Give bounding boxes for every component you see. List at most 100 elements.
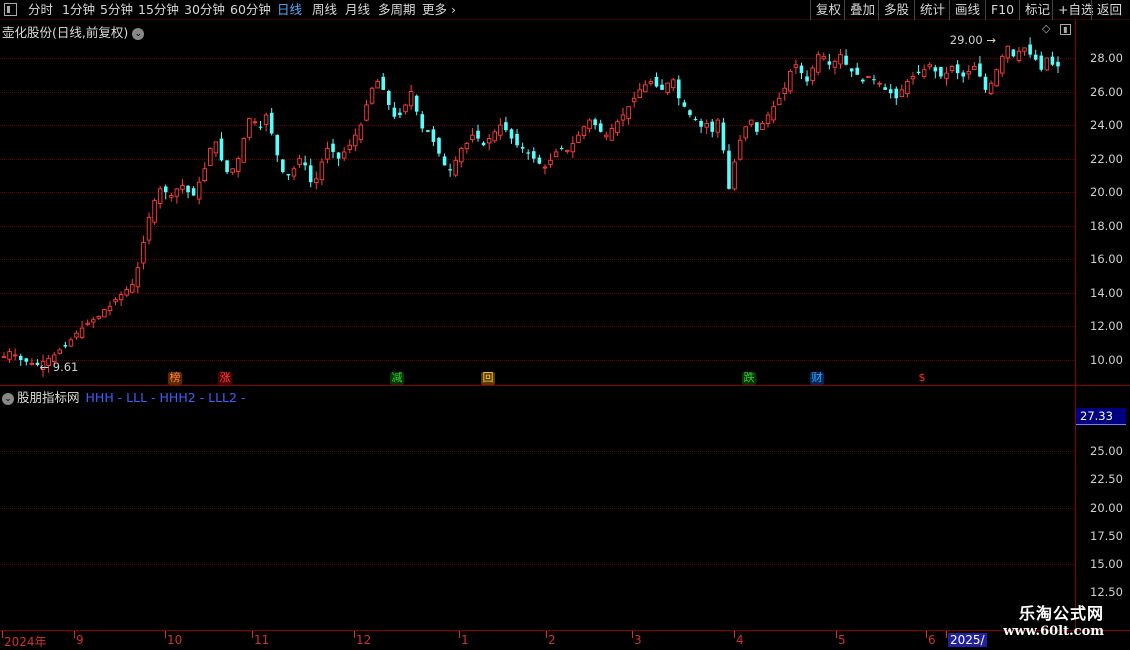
candle-body[interactable]	[782, 87, 787, 95]
candle-body[interactable]	[492, 131, 498, 142]
candle-body[interactable]	[1033, 54, 1038, 60]
candle-body[interactable]	[353, 134, 358, 147]
kline-panel[interactable]: 壶化股份(日线,前复权) ⌄ ◇ ▮ 28.00 26.00 24.00 22.00 20…	[0, 20, 1130, 385]
candle-body[interactable]	[815, 54, 821, 73]
candle-body[interactable]	[398, 112, 402, 116]
draw-line-button[interactable]: 画线	[949, 0, 985, 20]
candle-body[interactable]	[191, 188, 196, 196]
candle-body[interactable]	[999, 55, 1005, 74]
candle-body[interactable]	[331, 143, 335, 152]
candle-body[interactable]	[665, 82, 670, 93]
candle-body[interactable]	[74, 332, 79, 338]
candle-body[interactable]	[838, 54, 843, 65]
candle-body[interactable]	[196, 181, 202, 200]
candle-body[interactable]	[844, 55, 848, 65]
candle-body[interactable]	[24, 358, 29, 362]
event-marker[interactable]: 涨	[218, 372, 232, 385]
candle-body[interactable]	[213, 141, 219, 154]
candle-body[interactable]	[699, 120, 703, 127]
tab-15min[interactable]: 15分钟	[138, 1, 179, 19]
candle-body[interactable]	[637, 89, 642, 99]
candle-body[interactable]	[955, 64, 960, 74]
candle-body[interactable]	[152, 200, 157, 223]
candle-body[interactable]	[576, 134, 581, 143]
candle-body[interactable]	[269, 112, 274, 134]
tab-60min[interactable]: 60分钟	[230, 1, 271, 19]
event-marker[interactable]: 榜	[168, 372, 182, 385]
candle-body[interactable]	[732, 161, 737, 190]
candle-body[interactable]	[241, 138, 247, 163]
candle-body[interactable]	[805, 76, 809, 82]
tab-more[interactable]: 更多 ›	[422, 1, 456, 19]
candle-body[interactable]	[810, 67, 815, 82]
tab-multi-period[interactable]: 多周期	[378, 1, 416, 19]
candle-body[interactable]	[776, 97, 782, 106]
candle-body[interactable]	[978, 63, 982, 77]
candle-body[interactable]	[325, 148, 330, 160]
candle-body[interactable]	[888, 89, 893, 94]
event-marker[interactable]: 回	[481, 372, 495, 385]
candle-body[interactable]	[693, 118, 698, 121]
overlay-button[interactable]: 叠加	[844, 0, 880, 20]
candle-body[interactable]	[966, 70, 972, 75]
candle-body[interactable]	[180, 185, 185, 190]
indicator-panel[interactable]: ⌄ 股朋指标网 HHH - LLL - HHH2 - LLL2 - 27.33 25…	[0, 386, 1130, 630]
candle-body[interactable]	[743, 126, 748, 139]
candle-body[interactable]	[420, 114, 425, 129]
candle-body[interactable]	[386, 90, 391, 105]
f10-button[interactable]: F10	[985, 0, 1019, 20]
candle-body[interactable]	[1028, 44, 1032, 55]
candle-body[interactable]	[163, 186, 168, 193]
candle-body[interactable]	[983, 76, 988, 90]
candle-body[interactable]	[676, 79, 681, 99]
candle-body[interactable]	[414, 95, 419, 112]
candle-body[interactable]	[113, 299, 118, 303]
candle-body[interactable]	[102, 309, 107, 318]
candle-body[interactable]	[442, 156, 447, 166]
candle-body[interactable]	[721, 122, 726, 151]
candle-body[interactable]	[749, 119, 754, 125]
candle-body[interactable]	[303, 162, 307, 166]
candle-body[interactable]	[515, 133, 519, 146]
candle-body[interactable]	[793, 64, 799, 68]
candle-body[interactable]	[157, 188, 163, 204]
candle-body[interactable]	[710, 121, 715, 132]
candle-body[interactable]	[933, 67, 938, 72]
candle-body[interactable]	[459, 148, 464, 163]
candle-body[interactable]	[453, 159, 458, 176]
candle-body[interactable]	[247, 117, 252, 138]
candle-body[interactable]	[347, 144, 353, 150]
candle-body[interactable]	[1, 356, 7, 359]
event-marker[interactable]: 跌	[742, 372, 756, 385]
candle-body[interactable]	[755, 122, 759, 132]
candle-body[interactable]	[1005, 45, 1011, 59]
candle-body[interactable]	[760, 122, 765, 131]
candle-body[interactable]	[476, 130, 480, 139]
candle-body[interactable]	[281, 159, 285, 173]
candle-body[interactable]	[1044, 57, 1050, 71]
candle-body[interactable]	[57, 349, 63, 354]
candle-body[interactable]	[12, 354, 18, 357]
candle-body[interactable]	[542, 166, 548, 169]
candle-body[interactable]	[765, 114, 771, 124]
candle-body[interactable]	[877, 82, 882, 85]
candle-body[interactable]	[944, 72, 949, 79]
candle-body[interactable]	[520, 146, 525, 149]
candle-body[interactable]	[855, 67, 860, 75]
candle-body[interactable]	[1022, 47, 1027, 52]
event-marker[interactable]: 财	[810, 372, 824, 385]
candle-body[interactable]	[341, 151, 347, 159]
candle-body[interactable]	[486, 138, 492, 144]
candle-body[interactable]	[252, 121, 258, 124]
statistics-button[interactable]: 统计	[914, 0, 950, 20]
candle-body[interactable]	[604, 134, 609, 138]
candle-body[interactable]	[537, 157, 542, 164]
candle-body[interactable]	[308, 165, 313, 183]
chevron-down-icon[interactable]: ⌄	[2, 392, 14, 405]
candle-body[interactable]	[431, 129, 436, 142]
candle-body[interactable]	[654, 76, 659, 87]
candle-body[interactable]	[670, 79, 676, 89]
candle-body[interactable]	[124, 289, 129, 296]
tab-intraday[interactable]: 分时	[28, 1, 53, 19]
candle-body[interactable]	[381, 76, 386, 90]
